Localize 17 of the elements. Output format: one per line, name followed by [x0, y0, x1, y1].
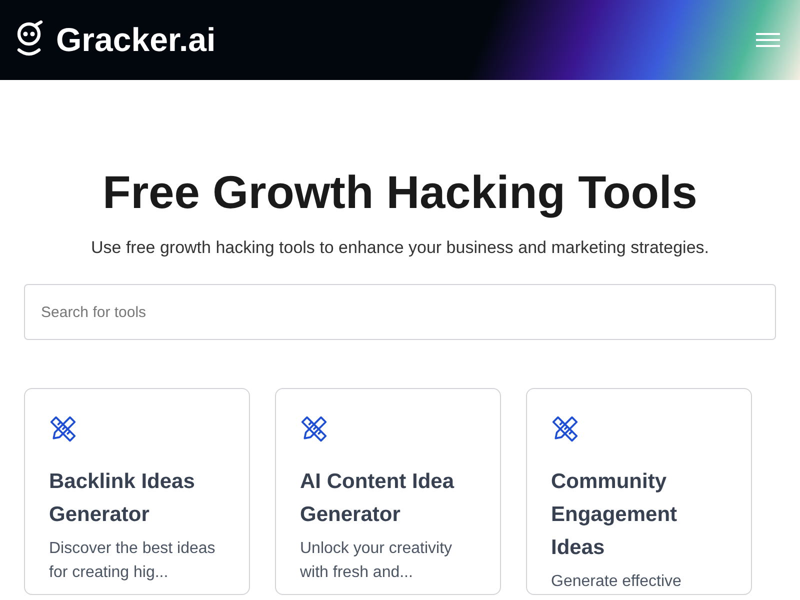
brand-name[interactable]: Gracker.ai	[56, 21, 216, 59]
pencil-ruler-icon	[300, 415, 328, 443]
search-field[interactable]: Search for tools	[24, 284, 776, 340]
tool-description: Generate effective	[551, 572, 682, 592]
tool-card[interactable]: Backlink Ideas Generator Discover the best ideas for creating hig...	[24, 388, 250, 595]
tool-title: Backlink Ideas Generator	[49, 469, 196, 528]
pencil-ruler-icon	[49, 415, 77, 443]
tool-card[interactable]: Community Engagement Ideas Generate effective	[526, 388, 752, 595]
page-subtitle: Use free growth hacking tools to enhance your business and marketing strategies.	[90, 238, 710, 258]
menu-icon[interactable]	[754, 31, 782, 49]
tool-title: Community Engagement Ideas	[551, 469, 678, 561]
page-title: Free Growth Hacking Tools	[102, 166, 698, 218]
pencil-ruler-icon	[551, 415, 579, 443]
tool-card[interactable]: AI Content Idea Generator Unlock your creativity with fresh and...	[275, 388, 501, 595]
tool-description: Discover the best ideas for creating hig...	[49, 539, 216, 583]
tool-title: AI Content Idea Generator	[300, 469, 456, 528]
tool-description: Unlock your creativity with fresh and...	[300, 539, 454, 583]
